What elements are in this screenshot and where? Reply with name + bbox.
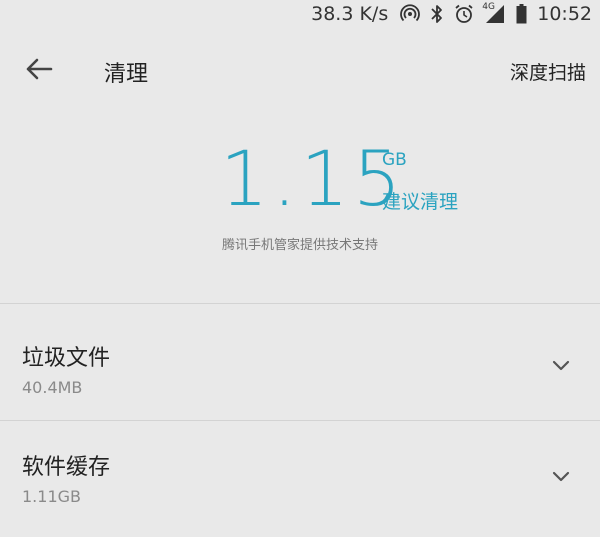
arrow-left-icon — [26, 58, 53, 80]
toolbar: 清理 深度扫描 — [0, 44, 600, 94]
network-speed: 38.3 K/s — [311, 3, 389, 25]
list-item-size: 40.4MB — [22, 378, 83, 397]
powered-by-text: 腾讯手机管家提供技术支持 — [221, 238, 378, 253]
signal-icon: 4G — [482, 2, 506, 24]
page-title: 清理 — [104, 62, 149, 87]
status-bar: 38.3 K/s 4G 10:52 — [0, 0, 600, 28]
list-item-app-cache[interactable]: 软件缓存 1.11GB — [0, 421, 600, 537]
hotspot-icon — [400, 4, 421, 24]
list-item-size: 1.11GB — [22, 487, 81, 506]
back-button[interactable] — [22, 54, 56, 84]
chevron-down-icon — [552, 360, 570, 371]
alarm-icon — [454, 4, 474, 24]
cleanup-summary: 1.15 GB 建议清理 腾讯手机管家提供技术支持 — [0, 138, 600, 258]
list-item-title: 软件缓存 — [22, 455, 111, 480]
bluetooth-icon — [430, 4, 444, 24]
battery-icon — [516, 4, 527, 24]
list-item-junk-files[interactable]: 垃圾文件 40.4MB — [0, 304, 600, 420]
list-item-title: 垃圾文件 — [22, 346, 111, 371]
cleanable-size-value: 1.15 — [220, 134, 406, 223]
suggestion-label: 建议清理 — [382, 191, 459, 213]
network-type: 4G — [482, 2, 495, 12]
cleanable-size-unit: GB — [382, 150, 407, 170]
deep-scan-button[interactable]: 深度扫描 — [510, 58, 586, 85]
clock: 10:52 — [537, 3, 592, 25]
chevron-down-icon — [552, 471, 570, 482]
